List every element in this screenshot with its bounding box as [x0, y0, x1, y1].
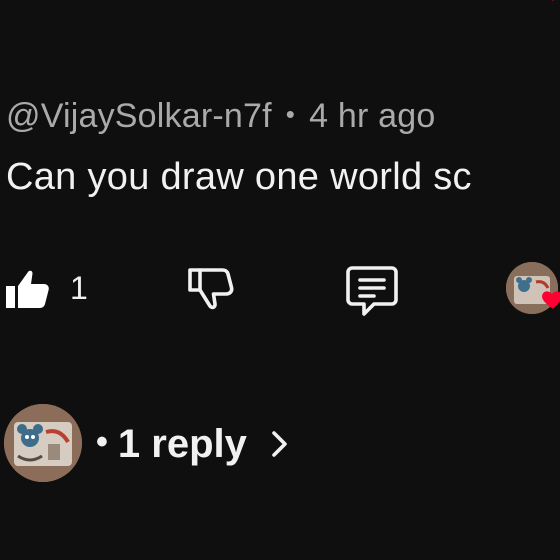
author-handle[interactable]: @VijaySolkar-n7f [6, 97, 272, 136]
comment-timestamp: 4 hr ago [309, 96, 436, 135]
comment-icon[interactable] [344, 262, 400, 318]
like-button[interactable]: 1 [4, 262, 88, 314]
thumbs-down-icon[interactable] [186, 262, 238, 314]
replies-label: 1 reply [117, 421, 247, 466]
heart-icon [551, 0, 554, 1]
replies-dot: • [96, 422, 108, 461]
reply-avatar [4, 404, 82, 482]
comment-header: @VijaySolkar-n7f • 4 hr ago [6, 92, 435, 140]
comment-text: Can you draw one world sc [6, 156, 472, 198]
creator-heart-icon [542, 291, 560, 309]
chevron-right-icon [272, 431, 287, 457]
avatar-image [4, 404, 82, 482]
view-replies-button[interactable]: • 1 reply [96, 418, 291, 470]
thumbs-up-filled-icon [6, 270, 49, 308]
like-count: 1 [70, 269, 88, 306]
header-separator: • [285, 98, 296, 129]
